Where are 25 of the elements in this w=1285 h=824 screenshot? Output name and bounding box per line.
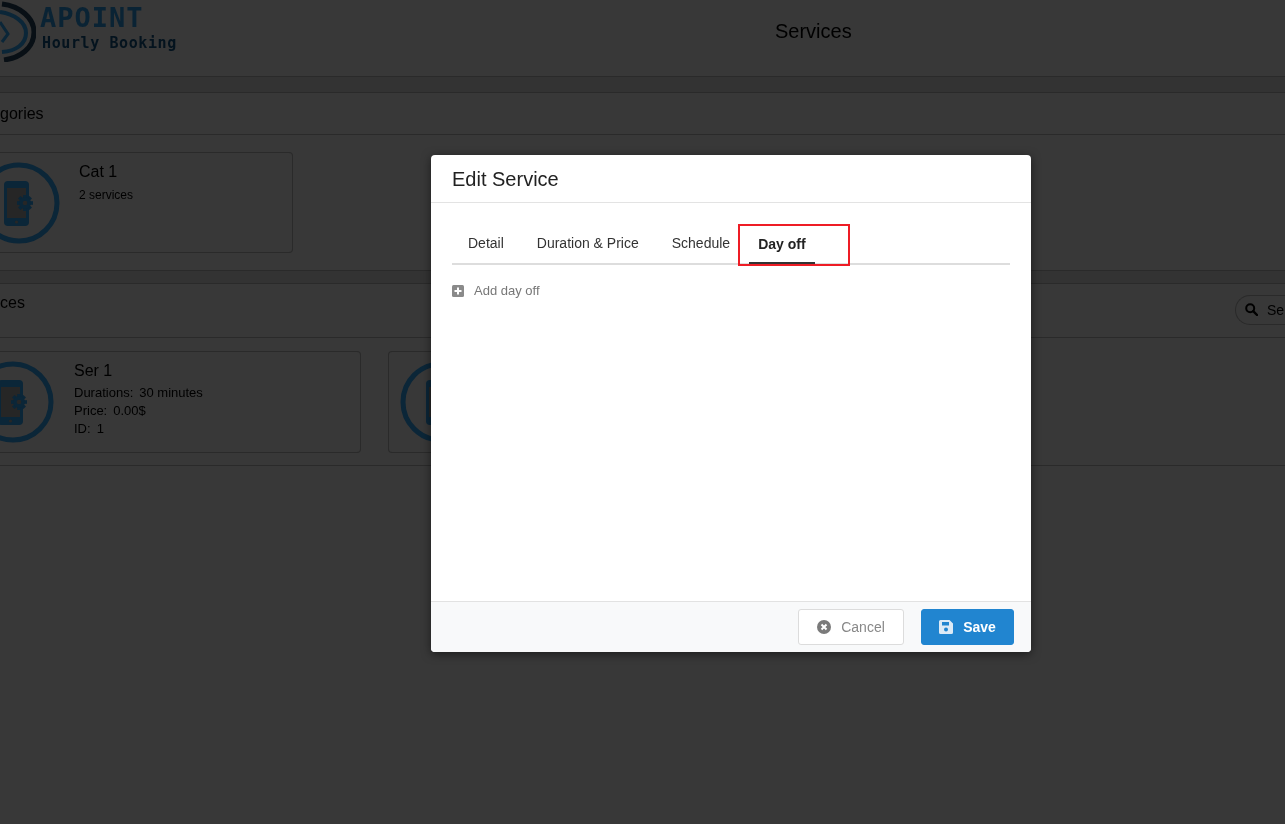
plus-square-icon: [452, 285, 464, 297]
detail-label: Price:: [74, 402, 108, 420]
detail-value: 1: [96, 420, 104, 438]
dialog-title: Edit Service: [452, 167, 559, 191]
detail-label: Durations:: [74, 384, 134, 402]
swirl-logo-icon: [0, 0, 36, 62]
panel-heading: ces: [0, 294, 25, 312]
tab[interactable]: Day off: [749, 226, 815, 264]
tab[interactable]: Duration & Price: [527, 224, 648, 263]
tab[interactable]: Schedule: [662, 224, 740, 263]
phone-gear-icon: [400, 361, 431, 443]
service-name: Ser 1: [74, 361, 114, 381]
tab[interactable]: Detail: [459, 224, 513, 263]
add-day-off-link[interactable]: Add day off: [452, 283, 540, 299]
panel-heading: gories: [0, 104, 44, 123]
detail-value: 30 minutes: [139, 384, 203, 402]
search-icon: [1245, 303, 1258, 316]
search-field[interactable]: Se: [1235, 295, 1285, 325]
cancel-button[interactable]: Cancel: [798, 609, 904, 645]
category-name: Cat 1: [79, 162, 119, 182]
save-button[interactable]: Save: [921, 609, 1014, 645]
page-title: Services: [775, 19, 852, 43]
service-count: 2 services: [79, 187, 134, 203]
close-circle-icon: [817, 620, 832, 634]
detail-label: ID:: [74, 420, 91, 438]
